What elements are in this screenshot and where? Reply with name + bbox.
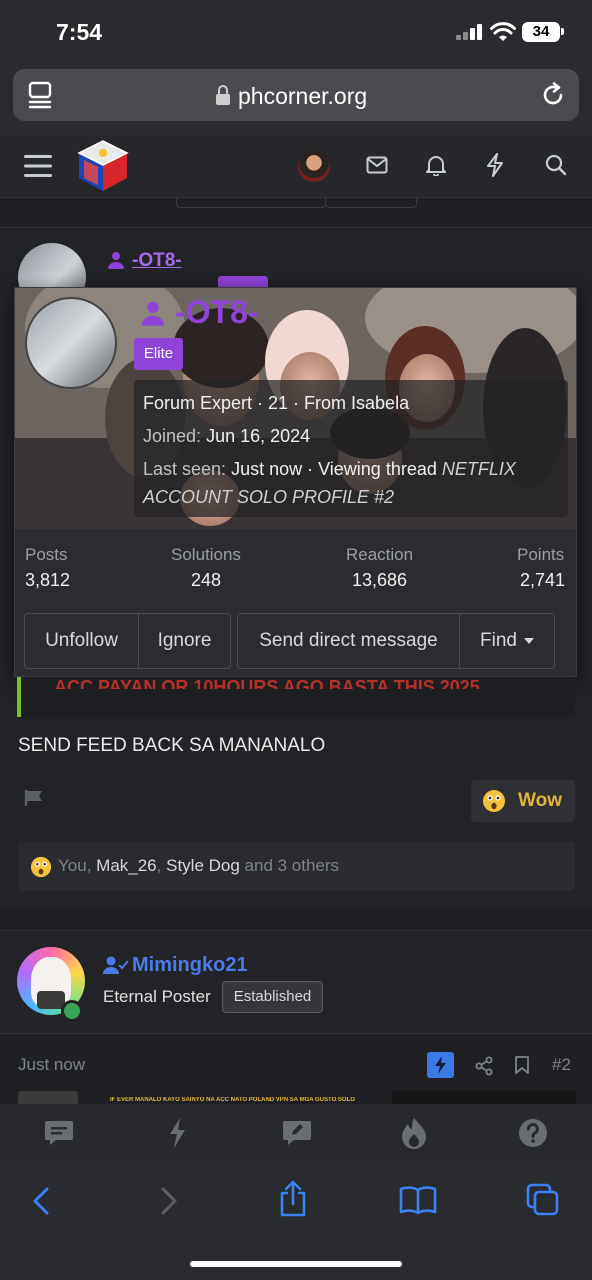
staff-user-icon <box>108 252 124 269</box>
find-dropdown-button[interactable]: Find <box>459 613 555 669</box>
site-logo[interactable] <box>76 138 130 194</box>
member-tooltip: -OT8- Elite Forum Expert · 21 · From Isa… <box>14 287 577 677</box>
post1-username[interactable]: -OT8- <box>132 250 182 272</box>
stat-label-posts: Posts <box>25 545 68 564</box>
last-seen-line: Last seen: Just now · Viewing thread NET… <box>143 459 516 480</box>
stat-value-reaction[interactable]: 13,686 <box>352 570 407 591</box>
popup-avatar[interactable] <box>25 297 117 389</box>
elite-badge: Elite <box>134 338 183 370</box>
stat-value-solutions[interactable]: 248 <box>191 570 221 591</box>
post2-number[interactable]: #2 <box>552 1055 571 1075</box>
search-icon[interactable] <box>545 154 567 176</box>
thread-title-cont[interactable]: ACCOUNT SOLO PROFILE #2 <box>143 487 394 508</box>
forward-icon <box>161 1187 177 1215</box>
stat-value-posts[interactable]: 3,812 <box>25 570 70 591</box>
bolt-icon[interactable] <box>166 1117 188 1149</box>
bookmarks-book-icon[interactable] <box>399 1185 437 1215</box>
stat-value-points[interactable]: 2,741 <box>520 570 565 591</box>
post2-image-preview <box>18 1091 78 1104</box>
verified-user-icon <box>103 956 129 974</box>
wow-label: Wow <box>518 790 562 811</box>
menu-icon[interactable] <box>24 154 52 178</box>
battery-indicator: 34 <box>522 22 560 42</box>
wow-emoji-icon <box>30 856 52 878</box>
reaction-user-styledog[interactable]: Style Dog <box>166 856 240 875</box>
post2-user-title: Eternal Poster <box>103 987 211 1006</box>
popup-username[interactable]: -OT8- <box>175 294 259 331</box>
reaction-others[interactable]: and 3 others <box>245 856 340 875</box>
thread-title-link[interactable]: NETFLIX <box>442 459 516 479</box>
help-icon[interactable] <box>518 1118 548 1148</box>
ignore-button[interactable]: Ignore <box>138 613 231 669</box>
new-post-bolt-icon <box>427 1052 454 1078</box>
trending-flame-icon[interactable] <box>400 1117 428 1149</box>
last-seen-label: Last seen: <box>143 459 227 479</box>
stat-label-solutions: Solutions <box>171 545 241 564</box>
home-indicator <box>190 1261 402 1267</box>
post1-body-text: SEND FEED BACK SA MANANALO <box>18 735 326 756</box>
reaction-user-mak26[interactable]: Mak_26 <box>96 856 156 875</box>
page-nav-button[interactable] <box>325 198 417 208</box>
share-icon[interactable] <box>474 1056 494 1076</box>
reactions-summary[interactable]: You, Mak_26, Style Dog and 3 others <box>18 842 575 891</box>
bell-icon[interactable] <box>426 154 446 176</box>
joined-value: Jun 16, 2024 <box>206 426 311 446</box>
post2-preview-text: IF EVER MANALO KAYO SAINYO NA ACC NATO P… <box>110 1097 355 1103</box>
reaction-you: You, <box>58 856 92 875</box>
member-info-box: Forum Expert · 21 · From Isabela Joined:… <box>134 380 568 517</box>
member-title-line: Forum Expert · 21 · From Isabela <box>143 393 410 413</box>
find-label: Find <box>480 630 517 651</box>
post2-username[interactable]: Mimingko21 <box>132 954 248 977</box>
cellular-signal-icon <box>456 24 484 40</box>
established-badge: Established <box>222 981 323 1013</box>
joined-label: Joined: <box>143 426 202 446</box>
battery-tip <box>561 28 564 35</box>
staff-user-icon <box>141 301 165 326</box>
last-seen-value: Just now · Viewing thread <box>231 459 437 479</box>
user-avatar[interactable] <box>298 150 330 182</box>
url-text[interactable]: phcorner.org <box>238 83 367 110</box>
share-icon[interactable] <box>278 1180 308 1218</box>
page-nav-button[interactable] <box>176 198 326 208</box>
flag-icon[interactable] <box>24 789 44 807</box>
wow-emoji-icon <box>483 790 505 812</box>
wifi-icon <box>490 22 516 41</box>
reactions-text: You, Mak_26, Style Dog and 3 others <box>58 856 339 876</box>
bookmark-icon[interactable] <box>514 1055 530 1075</box>
mail-icon[interactable] <box>366 156 388 174</box>
caret-down-icon <box>523 638 534 644</box>
send-message-button[interactable]: Send direct message <box>237 613 460 669</box>
post2-image-preview <box>392 1091 576 1104</box>
tabs-overview-icon[interactable] <box>28 81 54 109</box>
reload-icon[interactable] <box>540 82 566 108</box>
quote-text: ACC PAYAN OR 10HOURS AGO BASTA THIS 2025 <box>54 677 480 689</box>
lock-icon <box>216 85 230 105</box>
online-status-dot <box>61 1000 83 1022</box>
back-icon[interactable] <box>32 1187 50 1215</box>
post2-timestamp[interactable]: Just now <box>18 1055 85 1075</box>
wow-reaction-button[interactable]: Wow <box>471 780 575 822</box>
tabs-icon[interactable] <box>526 1183 560 1217</box>
new-post-icon[interactable] <box>282 1119 312 1147</box>
stat-label-reaction: Reaction <box>346 545 414 564</box>
chat-icon[interactable] <box>44 1119 74 1147</box>
stat-label-points: Points <box>517 545 565 564</box>
reaction-comma: , <box>156 856 162 875</box>
bolt-icon[interactable] <box>486 153 504 177</box>
unfollow-button[interactable]: Unfollow <box>24 613 139 669</box>
joined-line: Joined: Jun 16, 2024 <box>143 426 310 447</box>
clock: 7:54 <box>56 19 103 45</box>
